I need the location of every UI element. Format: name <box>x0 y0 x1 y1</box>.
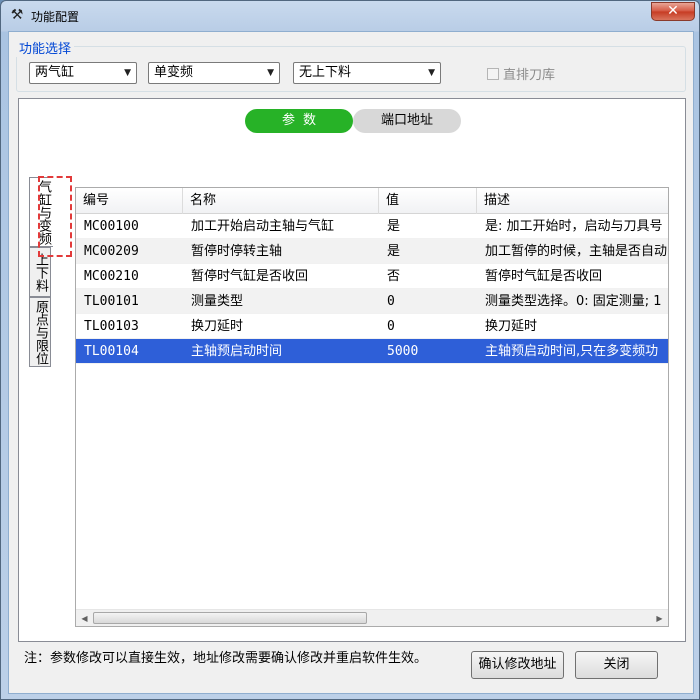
cell-name: 测量类型 <box>191 294 244 309</box>
tab-cylinder-inverter[interactable]: 气缸与变频 <box>29 177 53 247</box>
scroll-right-icon[interactable]: ▶ <box>651 610 668 627</box>
app-icon: ⚒ <box>10 7 24 23</box>
cell-desc: 换刀延时 <box>485 319 538 334</box>
inline-magazine-checkbox[interactable]: 直排刀库 <box>487 64 555 83</box>
window-title: 功能配置 <box>31 10 80 24</box>
chevron-down-icon: ▼ <box>428 68 435 78</box>
table-row[interactable]: MC00100 加工开始启动主轴与气缸 是 是: 加工开始时，启动与刀具号 <box>76 214 668 239</box>
cell-name: 暂停时停转主轴 <box>191 244 283 259</box>
cell-id: MC00100 <box>84 219 139 234</box>
loading-combo-value: 无上下料 <box>299 65 352 80</box>
cell-name: 换刀延时 <box>191 319 244 334</box>
cell-desc: 暂停时气缸是否收回 <box>485 269 603 284</box>
cell-desc: 是: 加工开始时，启动与刀具号 <box>485 219 663 234</box>
port-address-tab[interactable]: 端口地址 <box>353 109 461 133</box>
column-header-id[interactable]: 编号 <box>76 188 183 214</box>
table-row[interactable]: TL00103 换刀延时 0 换刀延时 <box>76 314 668 339</box>
cell-id: TL00101 <box>84 294 139 309</box>
table-row[interactable]: MC00210 暂停时气缸是否收回 否 暂停时气缸是否收回 <box>76 264 668 289</box>
cell-name: 主轴预启动时间 <box>191 344 283 359</box>
cylinder-combo-value: 两气缸 <box>35 65 75 80</box>
close-window-button[interactable]: ✕ <box>651 2 695 21</box>
horizontal-scrollbar[interactable]: ◀ ▶ <box>76 609 668 626</box>
title-bar[interactable]: ⚒ 功能配置 ✕ <box>1 1 699 31</box>
cell-id: MC00209 <box>84 244 139 259</box>
tab-loading[interactable]: 上下料 <box>29 247 51 297</box>
table-row[interactable]: MC00209 暂停时停转主轴 是 加工暂停的时候，主轴是否自动 <box>76 239 668 264</box>
cylinder-combo[interactable]: 两气缸 ▼ <box>29 62 137 84</box>
cell-value[interactable]: 是 <box>379 239 477 264</box>
params-tab[interactable]: 参数 <box>245 109 353 133</box>
confirm-address-button[interactable]: 确认修改地址 <box>471 651 564 679</box>
inverter-combo-value: 单变频 <box>154 65 194 80</box>
column-header-desc[interactable]: 描述 <box>477 188 668 214</box>
column-header-name[interactable]: 名称 <box>183 188 379 214</box>
cell-value[interactable]: 0 <box>379 289 477 314</box>
table-body: MC00100 加工开始启动主轴与气缸 是 是: 加工开始时，启动与刀具号 MC… <box>76 214 668 609</box>
table-row-selected[interactable]: TL00104 主轴预启动时间 5000 主轴预启动时间,只在多变频功 <box>76 339 668 364</box>
close-button[interactable]: 关闭 <box>575 651 658 679</box>
chevron-down-icon: ▼ <box>124 68 131 78</box>
scrollbar-thumb[interactable] <box>93 612 367 624</box>
cell-value[interactable]: 是 <box>379 214 477 239</box>
cell-value[interactable]: 否 <box>379 264 477 289</box>
cell-id: TL00103 <box>84 319 139 334</box>
cell-value[interactable]: 0 <box>379 314 477 339</box>
cell-desc: 加工暂停的时候，主轴是否自动 <box>485 244 668 259</box>
view-switch: 参数 端口地址 <box>245 109 461 133</box>
loading-combo[interactable]: 无上下料 ▼ <box>293 62 441 84</box>
client-area: 功能选择 两气缸 ▼ 单变频 ▼ 无上下料 ▼ 直排刀库 参数 端口地址 气缸与… <box>8 31 694 694</box>
cell-value[interactable]: 5000 <box>379 339 477 364</box>
function-select-title: 功能选择 <box>16 38 75 57</box>
footer-note: 注：参数修改可以直接生效，地址修改需要确认修改并重启软件生效。 <box>24 651 428 666</box>
parameter-table: 编号 名称 值 描述 MC00100 加工开始启动主轴与气缸 是 是: 加工开始… <box>75 187 669 627</box>
cell-desc: 主轴预启动时间,只在多变频功 <box>485 344 659 359</box>
cell-id: MC00210 <box>84 269 139 284</box>
cell-id: TL00104 <box>84 344 139 359</box>
cell-name: 加工开始启动主轴与气缸 <box>191 219 335 234</box>
cell-name: 暂停时气缸是否收回 <box>191 269 309 284</box>
settings-panel: 参数 端口地址 气缸与变频 上下料 原点与限位 编号 名称 值 描述 MC001 <box>18 98 686 642</box>
config-window: ⚒ 功能配置 ✕ 功能选择 两气缸 ▼ 单变频 ▼ 无上下料 ▼ 直排刀库 参数… <box>0 0 700 700</box>
chevron-down-icon: ▼ <box>267 68 274 78</box>
cell-desc: 测量类型选择。0: 固定测量; 1 <box>485 294 662 309</box>
scroll-left-icon[interactable]: ◀ <box>76 610 93 627</box>
table-row[interactable]: TL00101 测量类型 0 测量类型选择。0: 固定测量; 1 <box>76 289 668 314</box>
tab-origin-limits[interactable]: 原点与限位 <box>29 297 51 367</box>
inline-magazine-label: 直排刀库 <box>503 68 556 83</box>
checkbox-box[interactable] <box>487 68 499 80</box>
table-header: 编号 名称 值 描述 <box>76 188 668 214</box>
column-header-value[interactable]: 值 <box>379 188 477 214</box>
inverter-combo[interactable]: 单变频 ▼ <box>148 62 280 84</box>
